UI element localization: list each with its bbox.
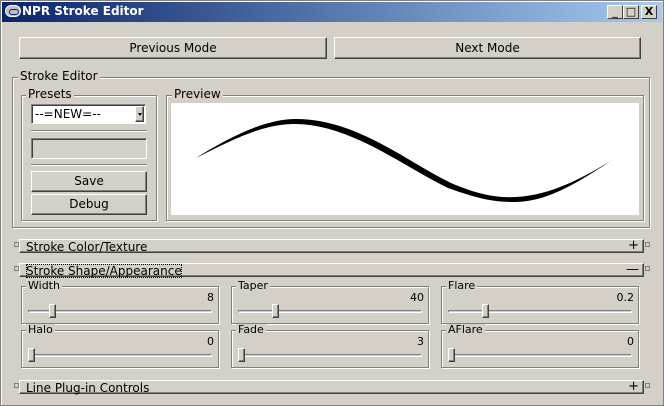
stroke-preview-svg: [196, 119, 614, 202]
slider-halo-group: Halo 0: [21, 324, 219, 368]
section-handle-right: [645, 266, 650, 271]
line-plugin-controls-section[interactable]: Line Plug-in Controls +: [19, 380, 644, 395]
slider-flare-group: Flare 0.2: [441, 280, 639, 324]
app-icon: [5, 5, 21, 17]
slider-flare-track[interactable]: [448, 310, 632, 313]
chevron-down-icon: [138, 113, 142, 116]
stroke-shape-appearance-section[interactable]: Stroke Shape/Appearance —: [19, 263, 644, 278]
slider-taper-value: 40: [410, 291, 424, 304]
slider-fade-value: 3: [417, 335, 424, 348]
preset-name-field[interactable]: [31, 138, 147, 159]
presets-selected-value: --=NEW=--: [35, 107, 101, 121]
slider-fade-label: Fade: [236, 323, 266, 336]
presets-dropdown[interactable]: --=NEW=--: [31, 104, 146, 124]
slider-halo-label: Halo: [26, 323, 55, 336]
slider-width-group: Width 8: [21, 280, 219, 324]
slider-flare-thumb[interactable]: [482, 304, 489, 318]
stroke-editor-label: Stroke Editor: [18, 69, 100, 83]
stroke-preview-canvas: [170, 102, 640, 216]
slider-flare-label: Flare: [446, 279, 478, 292]
slider-aflare-value: 0: [627, 335, 634, 348]
stroke-color-texture-section[interactable]: Stroke Color/Texture +: [19, 239, 644, 254]
next-mode-button[interactable]: Next Mode: [334, 37, 641, 59]
minimize-button[interactable]: _: [607, 5, 623, 19]
slider-fade-group: Fade 3: [231, 324, 429, 368]
slider-aflare-group: AFlare 0: [441, 324, 639, 368]
presets-divider: [31, 130, 147, 132]
slider-halo-track[interactable]: [28, 354, 212, 357]
slider-width-thumb[interactable]: [49, 304, 56, 318]
preview-label: Preview: [172, 87, 223, 101]
collapse-icon[interactable]: —: [626, 263, 639, 277]
stroke-shape-appearance-label: Stroke Shape/Appearance: [26, 264, 182, 278]
slider-fade-thumb[interactable]: [238, 348, 245, 362]
slider-fade-track[interactable]: [238, 354, 422, 357]
slider-width-label: Width: [26, 279, 62, 292]
stroke-preview-curve: [196, 119, 614, 202]
expand-icon[interactable]: +: [628, 380, 639, 394]
debug-button[interactable]: Debug: [31, 194, 147, 215]
slider-taper-group: Taper 40: [231, 280, 429, 324]
presets-label: Presets: [26, 87, 74, 101]
close-button[interactable]: X: [641, 5, 657, 19]
slider-aflare-track[interactable]: [448, 354, 632, 357]
slider-aflare-thumb[interactable]: [448, 348, 455, 362]
slider-halo-thumb[interactable]: [28, 348, 35, 362]
slider-halo-value: 0: [207, 335, 214, 348]
slider-taper-thumb[interactable]: [272, 304, 279, 318]
line-plugin-controls-label: Line Plug-in Controls: [26, 381, 150, 395]
section-handle-right: [645, 383, 650, 388]
slider-taper-track[interactable]: [238, 310, 422, 313]
window-title: NPR Stroke Editor: [22, 4, 144, 18]
maximize-button[interactable]: □: [623, 5, 639, 19]
previous-mode-button[interactable]: Previous Mode: [19, 37, 327, 59]
stroke-color-texture-label: Stroke Color/Texture: [26, 240, 148, 254]
presets-divider-2: [31, 164, 147, 166]
save-button[interactable]: Save: [31, 171, 147, 192]
dropdown-arrow-button[interactable]: [135, 106, 144, 122]
section-handle-right: [645, 242, 650, 247]
slider-aflare-label: AFlare: [446, 323, 485, 336]
slider-taper-label: Taper: [236, 279, 270, 292]
slider-flare-value: 0.2: [616, 291, 635, 304]
slider-width-value: 8: [207, 291, 214, 304]
expand-icon[interactable]: +: [628, 239, 639, 253]
